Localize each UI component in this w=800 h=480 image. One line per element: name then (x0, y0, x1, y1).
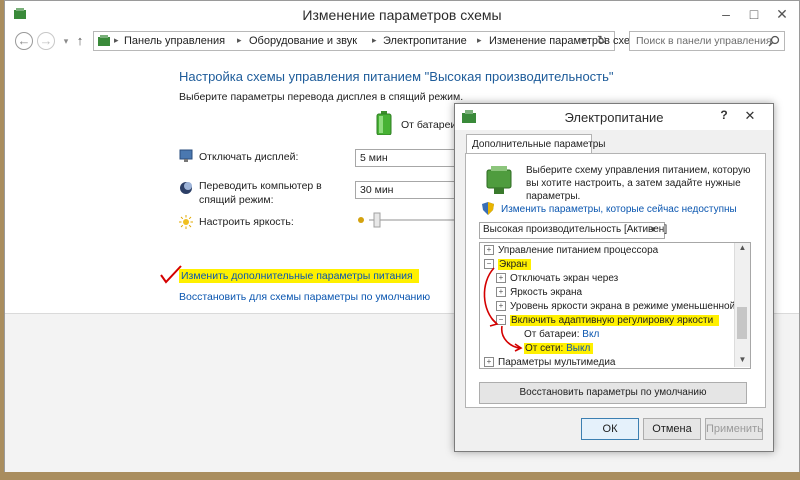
annotation-arrows (480, 243, 540, 367)
search-placeholder: Поиск в панели управления (636, 35, 772, 47)
search-icon[interactable] (768, 35, 780, 47)
breadcrumb-power-options[interactable]: Электропитание (383, 35, 467, 47)
advanced-settings-panel: Выберите схему управления питанием, кото… (465, 153, 766, 408)
title-bar: Изменение параметров схемы – □ ✕ (5, 1, 799, 29)
scroll-thumb[interactable] (737, 307, 747, 339)
display-off-label: Отключать дисплей: (199, 151, 299, 163)
maximize-button[interactable]: □ (743, 5, 765, 23)
back-button[interactable]: ← (15, 32, 33, 50)
sleep-value: 30 мин (360, 184, 394, 196)
on-battery-value[interactable]: Вкл (582, 329, 599, 340)
change-unavailable-settings-link[interactable]: Изменить параметры, которые сейчас недос… (501, 204, 737, 215)
power-plan-value: Высокая производительность [Активен] (483, 224, 668, 235)
address-bar[interactable]: ▸ Панель управления ▸ Оборудование и зву… (93, 31, 645, 51)
dialog-title-bar: Электропитание ? ✕ (455, 104, 773, 130)
sleep-icon (179, 181, 193, 195)
display-off-select[interactable]: 5 мин (355, 149, 461, 167)
power-plan-select[interactable]: Высокая производительность [Активен] ▾ (479, 222, 668, 239)
breadcrumb-hardware-sound[interactable]: Оборудование и звук (249, 35, 357, 47)
tab-advanced-settings[interactable]: Дополнительные параметры (466, 134, 605, 155)
navigation-bar: ← → ▾ ↑ ▸ Панель управления ▸ Оборудован… (5, 29, 799, 53)
help-button[interactable]: ? (717, 108, 731, 122)
battery-icon (376, 111, 392, 136)
breadcrumb-control-panel[interactable]: Панель управления (124, 35, 225, 47)
apply-button[interactable]: Применить (705, 418, 763, 440)
power-options-dialog: Электропитание ? ✕ Дополнительные параме… (454, 103, 774, 452)
restore-defaults-button[interactable]: Восстановить параметры по умолчанию (479, 382, 747, 404)
display-off-value: 5 мин (360, 152, 388, 164)
search-box[interactable]: Поиск в панели управления (629, 31, 785, 51)
power-plan-icon (484, 164, 514, 196)
tree-scrollbar[interactable]: ▲ ▼ (734, 243, 750, 367)
brightness-icon (179, 215, 193, 229)
breadcrumb-separator: ▸ (477, 35, 482, 45)
brightness-slider[interactable] (355, 210, 459, 230)
restore-defaults-link[interactable]: Восстановить для схемы параметры по умол… (179, 291, 430, 303)
settings-tree[interactable]: + Управление питанием процессора − Экран +… (479, 242, 751, 369)
scroll-up-icon[interactable]: ▲ (735, 243, 750, 252)
battery-column-header: От батареи (401, 119, 457, 131)
change-advanced-settings-link[interactable]: Изменить дополнительные параметры питани… (179, 269, 419, 283)
minimize-button[interactable]: – (715, 5, 737, 23)
breadcrumb-separator: ▸ (114, 35, 119, 45)
address-history-button[interactable]: ▾ (581, 35, 586, 46)
window-title: Изменение параметров схемы (302, 7, 502, 23)
dialog-description: Выберите схему управления питанием, кото… (526, 165, 751, 202)
ok-button[interactable]: ОК (581, 418, 639, 440)
page-heading: Настройка схемы управления питанием "Выс… (179, 69, 614, 84)
plugged-in-value[interactable]: Выкл (566, 343, 590, 354)
brightness-label: Настроить яркость: (199, 216, 294, 228)
forward-button[interactable]: → (37, 32, 55, 50)
monitor-icon (179, 149, 193, 163)
dialog-close-button[interactable]: ✕ (741, 108, 759, 124)
tab-label: Дополнительные параметры (472, 139, 606, 150)
sleep-label: Переводить компьютер в спящий режим: (199, 180, 322, 206)
control-panel-icon (97, 34, 111, 48)
admin-shield-icon (482, 202, 494, 215)
up-button[interactable]: ↑ (71, 32, 89, 50)
breadcrumb-edit-plan[interactable]: Изменение параметров схемы (489, 35, 645, 47)
chevron-down-icon: ▾ (651, 224, 656, 234)
close-button[interactable]: ✕ (771, 5, 793, 23)
refresh-button[interactable]: ↻ (597, 33, 607, 47)
sleep-select[interactable]: 30 мин (355, 181, 461, 199)
cancel-button[interactable]: Отмена (643, 418, 701, 440)
breadcrumb-separator: ▸ (237, 35, 242, 45)
breadcrumb-separator: ▸ (372, 35, 377, 45)
scroll-down-icon[interactable]: ▼ (735, 355, 750, 364)
page-subtitle: Выберите параметры перевода дисплея в сп… (179, 91, 464, 103)
